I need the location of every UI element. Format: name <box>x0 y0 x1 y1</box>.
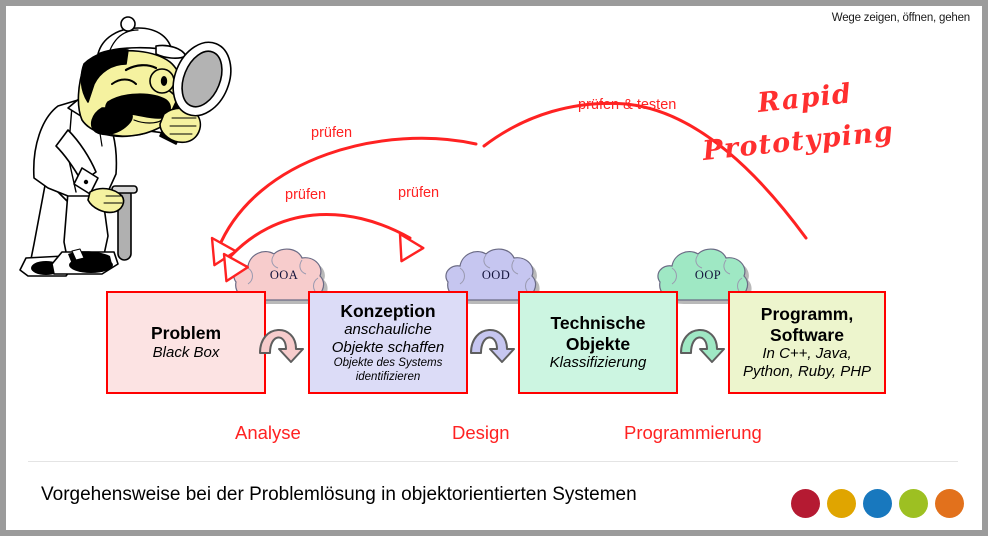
connector-arrow-technik-to-programm <box>676 309 728 363</box>
arrowhead-ood <box>398 232 425 263</box>
arrowheads <box>210 232 425 283</box>
arrowhead-ooa-2 <box>222 252 249 283</box>
connector-arrow-analyse-to-design <box>255 309 307 363</box>
connector-arrow-design-to-technik <box>466 309 518 363</box>
slide-canvas: Wege zeigen, öffnen, gehen prüfen prüfen… <box>6 6 982 530</box>
